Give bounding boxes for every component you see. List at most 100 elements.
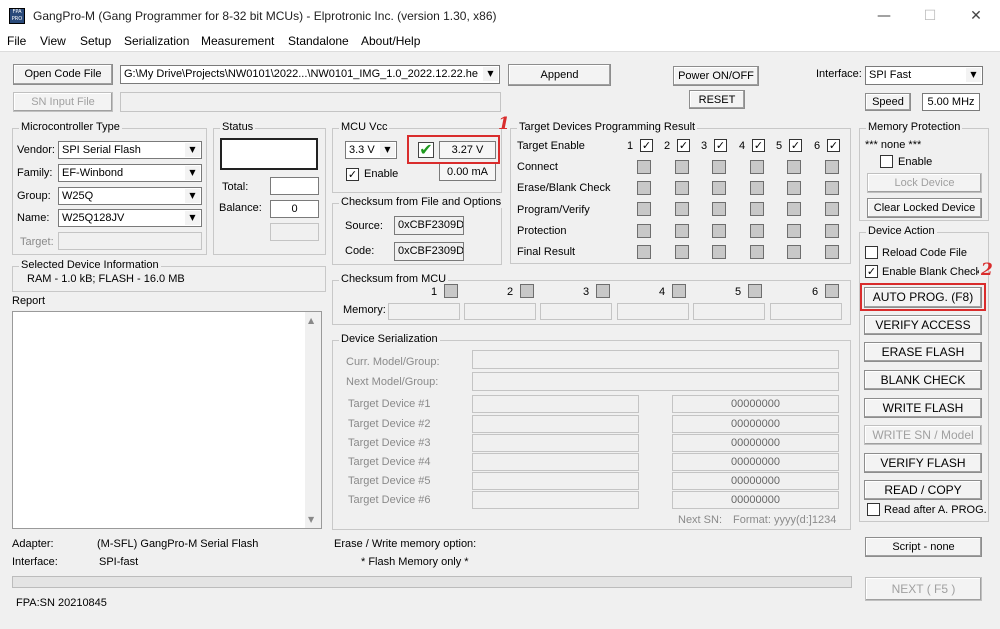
verify-flash-button[interactable]: VERIFY FLASH	[864, 453, 982, 473]
title-bar: FPA PRO GangPro-M (Gang Programmer for 8…	[0, 0, 1000, 32]
open-code-file-button[interactable]: Open Code File	[13, 64, 113, 85]
result-led-protection-6	[825, 224, 839, 238]
adapter-label: Adapter:	[12, 538, 54, 550]
chevron-down-icon[interactable]: ▼	[483, 67, 498, 81]
read-copy-button[interactable]: READ / COPY	[864, 480, 982, 500]
menu-measurement[interactable]: Measurement	[201, 34, 274, 48]
menu-serialization[interactable]: Serialization	[124, 34, 189, 48]
target-enable-checkbox-4[interactable]: ✓	[752, 139, 765, 152]
target-enable-checkbox-3[interactable]: ✓	[714, 139, 727, 152]
target-enable-label: Target Enable	[517, 140, 585, 152]
erase-write-option-label: Erase / Write memory option:	[334, 538, 477, 550]
speed-button[interactable]: Speed	[865, 93, 911, 111]
code-file-path-combo[interactable]: G:\My Drive\Projects\NW0101\2022...\NW01…	[120, 65, 500, 84]
serial-target-field-2	[472, 415, 639, 433]
mcu-checksum-field-2	[464, 303, 536, 320]
clear-locked-device-button[interactable]: Clear Locked Device	[867, 198, 982, 218]
scroll-down-icon[interactable]: ▼	[308, 515, 314, 524]
result-led-program-3	[712, 202, 726, 216]
serial-target-sn-2: 00000000	[672, 415, 839, 433]
target-results-title: Target Devices Programming Result	[517, 121, 698, 133]
vendor-select[interactable]: SPI Serial Flash ▼	[58, 141, 202, 159]
chevron-down-icon[interactable]: ▼	[185, 166, 200, 180]
code-checksum: 0xCBF2309D	[394, 242, 464, 261]
family-value: EF-Winbond	[62, 167, 124, 179]
write-flash-button[interactable]: WRITE FLASH	[864, 398, 982, 418]
chevron-down-icon[interactable]: ▼	[185, 189, 200, 203]
menu-file[interactable]: File	[7, 34, 26, 48]
chevron-down-icon[interactable]: ▼	[380, 143, 395, 157]
row-protection-label: Protection	[517, 225, 567, 237]
minimize-button[interactable]: —	[872, 6, 896, 26]
target-enable-checkbox-5[interactable]: ✓	[789, 139, 802, 152]
total-label: Total:	[222, 181, 249, 193]
interface-select[interactable]: SPI Fast ▼	[865, 66, 983, 85]
menu-about-help[interactable]: About/Help	[361, 34, 420, 48]
next-model-label: Next Model/Group:	[346, 376, 439, 388]
close-button[interactable]: ✕	[964, 6, 988, 26]
target-number-4: 4	[739, 140, 746, 152]
vcc-select[interactable]: 3.3 V ▼	[345, 141, 397, 159]
memory-protection-title: Memory Protection	[866, 121, 963, 133]
window-title: GangPro-M (Gang Programmer for 8-32 bit …	[33, 9, 497, 23]
next-button[interactable]: NEXT ( F5 )	[865, 577, 982, 601]
erase-write-option-value: * Flash Memory only *	[361, 556, 469, 568]
erase-flash-button[interactable]: ERASE FLASH	[864, 342, 982, 362]
sn-input-file-button[interactable]: SN Input File	[13, 92, 113, 112]
enable-blank-check-checkbox[interactable]: ✓	[865, 265, 878, 278]
power-on-off-button[interactable]: Power ON/OFF	[673, 66, 759, 86]
verify-access-button[interactable]: VERIFY ACCESS	[864, 315, 982, 335]
row-erase-label: Erase/Blank Check	[517, 182, 611, 194]
chevron-down-icon[interactable]: ▼	[185, 211, 200, 225]
maximize-button[interactable]: ☐	[918, 6, 942, 26]
script-button[interactable]: Script - none	[865, 537, 982, 557]
chevron-down-icon[interactable]: ▼	[966, 68, 981, 82]
target-enable-checkbox-6[interactable]: ✓	[827, 139, 840, 152]
chevron-down-icon[interactable]: ▼	[185, 143, 200, 157]
reset-button[interactable]: RESET	[689, 90, 745, 109]
reload-code-file-label: Reload Code File	[882, 247, 967, 259]
scroll-up-icon[interactable]: ▲	[308, 316, 314, 325]
mcu-checksum-field-4	[617, 303, 689, 320]
target-enable-checkbox-2[interactable]: ✓	[677, 139, 690, 152]
row-connect-label: Connect	[517, 161, 558, 173]
annotation-two: 2	[981, 260, 993, 280]
report-scrollbar[interactable]: ▲ ▼	[305, 312, 321, 528]
mcu-checksum-target-2: 2	[507, 286, 514, 298]
source-checksum: 0xCBF2309D	[394, 216, 464, 235]
append-button[interactable]: Append	[508, 64, 611, 86]
result-led-erase-5	[787, 181, 801, 195]
result-led-final-6	[825, 245, 839, 259]
name-select[interactable]: W25Q128JV ▼	[58, 209, 202, 227]
group-value: W25Q	[62, 190, 94, 202]
mcu-checksum-led-1	[444, 284, 458, 298]
sn-input-file-field[interactable]	[120, 92, 501, 112]
memory-label: Memory:	[343, 304, 386, 316]
blank-check-button[interactable]: BLANK CHECK	[864, 370, 982, 390]
measured-current: 0.00 mA	[439, 163, 496, 181]
balance-label: Balance:	[219, 202, 262, 214]
read-after-auto-prog-label: Read after A. PROG.	[884, 504, 987, 516]
menu-setup[interactable]: Setup	[80, 34, 111, 48]
serial-target-label-6: Target Device #6	[348, 494, 431, 506]
menu-standalone[interactable]: Standalone	[288, 34, 349, 48]
interface-value: SPI Fast	[869, 69, 912, 81]
read-after-auto-prog-checkbox[interactable]	[867, 503, 880, 516]
protection-enable-checkbox[interactable]	[880, 155, 893, 168]
family-select[interactable]: EF-Winbond ▼	[58, 164, 202, 182]
menu-view[interactable]: View	[40, 34, 66, 48]
lock-device-button[interactable]: Lock Device	[867, 173, 982, 193]
result-led-connect-6	[825, 160, 839, 174]
reload-code-file-checkbox[interactable]	[865, 246, 878, 259]
write-sn-model-button[interactable]: WRITE SN / Model	[864, 425, 982, 445]
group-select[interactable]: W25Q ▼	[58, 187, 202, 205]
result-led-erase-4	[750, 181, 764, 195]
code-file-path: G:\My Drive\Projects\NW0101\2022...\NW01…	[124, 68, 479, 80]
vcc-enable-checkbox[interactable]: ✓	[346, 168, 359, 181]
microcontroller-type-title: Microcontroller Type	[19, 121, 122, 133]
mcu-vcc-title: MCU Vcc	[339, 121, 390, 133]
report-textarea[interactable]: ▲ ▼	[12, 311, 322, 529]
serial-target-label-4: Target Device #4	[348, 456, 431, 468]
target-enable-checkbox-1[interactable]: ✓	[640, 139, 653, 152]
serial-target-label-5: Target Device #5	[348, 475, 431, 487]
